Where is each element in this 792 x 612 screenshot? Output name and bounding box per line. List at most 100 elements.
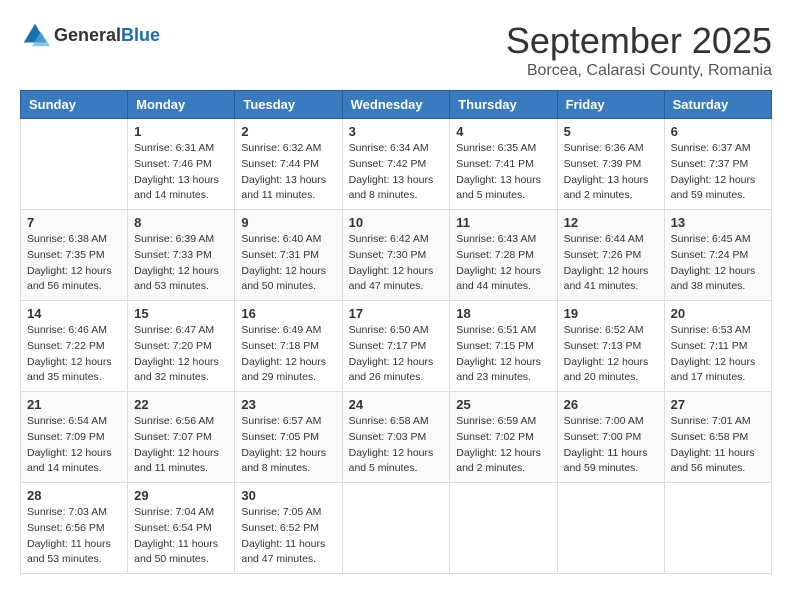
logo-icon	[20, 20, 50, 50]
day-number: 7	[27, 215, 121, 230]
calendar-cell: 3Sunrise: 6:34 AMSunset: 7:42 PMDaylight…	[342, 119, 450, 210]
sunrise-text: Sunrise: 6:44 AM	[564, 232, 658, 248]
sunrise-text: Sunrise: 6:36 AM	[564, 141, 658, 157]
calendar-cell: 28Sunrise: 7:03 AMSunset: 6:56 PMDayligh…	[21, 483, 128, 574]
sunrise-text: Sunrise: 6:38 AM	[27, 232, 121, 248]
daylight-text: Daylight: 12 hours and 44 minutes.	[456, 264, 550, 296]
sunrise-text: Sunrise: 6:51 AM	[456, 323, 550, 339]
sunset-text: Sunset: 7:31 PM	[241, 248, 335, 264]
day-number: 29	[134, 488, 228, 503]
day-number: 11	[456, 215, 550, 230]
day-number: 24	[349, 397, 444, 412]
sunrise-text: Sunrise: 6:32 AM	[241, 141, 335, 157]
daylight-text: Daylight: 12 hours and 50 minutes.	[241, 264, 335, 296]
sunrise-text: Sunrise: 6:56 AM	[134, 414, 228, 430]
day-number: 1	[134, 124, 228, 139]
day-info: Sunrise: 7:00 AMSunset: 7:00 PMDaylight:…	[564, 414, 658, 477]
calendar-cell: 5 Sunrise: 6:36 AMSunset: 7:39 PMDaylight…	[557, 119, 664, 210]
day-number: 5	[564, 124, 658, 139]
day-info: Sunrise: 6:35 AMSunset: 7:41 PMDaylight:…	[456, 141, 550, 204]
calendar-cell: 15Sunrise: 6:47 AMSunset: 7:20 PMDayligh…	[128, 301, 235, 392]
sunrise-text: Sunrise: 6:49 AM	[241, 323, 335, 339]
daylight-text: Daylight: 12 hours and 53 minutes.	[134, 264, 228, 296]
sunset-text: Sunset: 7:41 PM	[456, 157, 550, 173]
day-number: 18	[456, 306, 550, 321]
weekday-header-monday: Monday	[128, 91, 235, 119]
day-info: Sunrise: 6:32 AMSunset: 7:44 PMDaylight:…	[241, 141, 335, 204]
day-info: Sunrise: 7:05 AMSunset: 6:52 PMDaylight:…	[241, 505, 335, 568]
day-number: 17	[349, 306, 444, 321]
month-title: September 2025	[506, 20, 772, 62]
day-info: Sunrise: 6:53 AMSunset: 7:11 PMDaylight:…	[671, 323, 765, 386]
sunset-text: Sunset: 7:11 PM	[671, 339, 765, 355]
day-info: Sunrise: 6:57 AMSunset: 7:05 PMDaylight:…	[241, 414, 335, 477]
daylight-text: Daylight: 12 hours and 47 minutes.	[349, 264, 444, 296]
sunrise-text: Sunrise: 7:03 AM	[27, 505, 121, 521]
day-number: 25	[456, 397, 550, 412]
calendar-cell: 10Sunrise: 6:42 AMSunset: 7:30 PMDayligh…	[342, 210, 450, 301]
daylight-text: Daylight: 13 hours and 2 minutes.	[564, 173, 658, 205]
day-number: 3	[349, 124, 444, 139]
day-number: 10	[349, 215, 444, 230]
day-number: 8	[134, 215, 228, 230]
day-number: 30	[241, 488, 335, 503]
daylight-text: Daylight: 13 hours and 5 minutes.	[456, 173, 550, 205]
day-number: 27	[671, 397, 765, 412]
daylight-text: Daylight: 12 hours and 26 minutes.	[349, 355, 444, 387]
day-info: Sunrise: 6:58 AMSunset: 7:03 PMDaylight:…	[349, 414, 444, 477]
sunset-text: Sunset: 7:07 PM	[134, 430, 228, 446]
day-info: Sunrise: 6:39 AMSunset: 7:33 PMDaylight:…	[134, 232, 228, 295]
daylight-text: Daylight: 12 hours and 38 minutes.	[671, 264, 765, 296]
day-number: 20	[671, 306, 765, 321]
sunrise-text: Sunrise: 6:57 AM	[241, 414, 335, 430]
daylight-text: Daylight: 13 hours and 14 minutes.	[134, 173, 228, 205]
weekday-header-sunday: Sunday	[21, 91, 128, 119]
day-number: 16	[241, 306, 335, 321]
sunrise-text: Sunrise: 6:47 AM	[134, 323, 228, 339]
day-info: Sunrise: 7:03 AMSunset: 6:56 PMDaylight:…	[27, 505, 121, 568]
daylight-text: Daylight: 12 hours and 11 minutes.	[134, 446, 228, 478]
day-info: Sunrise: 6:46 AMSunset: 7:22 PMDaylight:…	[27, 323, 121, 386]
day-number: 9	[241, 215, 335, 230]
calendar-cell: 2 Sunrise: 6:32 AMSunset: 7:44 PMDaylight…	[235, 119, 342, 210]
day-number: 22	[134, 397, 228, 412]
day-number: 14	[27, 306, 121, 321]
week-row-1: 1Sunrise: 6:31 AMSunset: 7:46 PMDaylight…	[21, 119, 772, 210]
calendar-cell: 1Sunrise: 6:31 AMSunset: 7:46 PMDaylight…	[128, 119, 235, 210]
day-number: 2	[241, 124, 335, 139]
day-number: 23	[241, 397, 335, 412]
daylight-text: Daylight: 12 hours and 2 minutes.	[456, 446, 550, 478]
sunrise-text: Sunrise: 6:39 AM	[134, 232, 228, 248]
daylight-text: Daylight: 11 hours and 56 minutes.	[671, 446, 765, 478]
calendar-cell: 12Sunrise: 6:44 AMSunset: 7:26 PMDayligh…	[557, 210, 664, 301]
calendar-cell	[21, 119, 128, 210]
day-info: Sunrise: 6:36 AMSunset: 7:39 PMDaylight:…	[564, 141, 658, 204]
sunrise-text: Sunrise: 7:00 AM	[564, 414, 658, 430]
sunset-text: Sunset: 7:02 PM	[456, 430, 550, 446]
sunrise-text: Sunrise: 6:53 AM	[671, 323, 765, 339]
day-info: Sunrise: 6:45 AMSunset: 7:24 PMDaylight:…	[671, 232, 765, 295]
sunset-text: Sunset: 6:54 PM	[134, 521, 228, 537]
calendar-cell: 11Sunrise: 6:43 AMSunset: 7:28 PMDayligh…	[450, 210, 557, 301]
calendar-cell: 21Sunrise: 6:54 AMSunset: 7:09 PMDayligh…	[21, 392, 128, 483]
daylight-text: Daylight: 11 hours and 59 minutes.	[564, 446, 658, 478]
day-info: Sunrise: 7:04 AMSunset: 6:54 PMDaylight:…	[134, 505, 228, 568]
daylight-text: Daylight: 12 hours and 20 minutes.	[564, 355, 658, 387]
calendar-cell: 6Sunrise: 6:37 AMSunset: 7:37 PMDaylight…	[664, 119, 771, 210]
weekday-header-thursday: Thursday	[450, 91, 557, 119]
daylight-text: Daylight: 12 hours and 17 minutes.	[671, 355, 765, 387]
daylight-text: Daylight: 11 hours and 47 minutes.	[241, 537, 335, 569]
daylight-text: Daylight: 13 hours and 11 minutes.	[241, 173, 335, 205]
sunset-text: Sunset: 7:30 PM	[349, 248, 444, 264]
day-info: Sunrise: 6:56 AMSunset: 7:07 PMDaylight:…	[134, 414, 228, 477]
day-number: 19	[564, 306, 658, 321]
calendar-cell: 14 Sunrise: 6:46 AMSunset: 7:22 PMDayligh…	[21, 301, 128, 392]
sunrise-text: Sunrise: 6:43 AM	[456, 232, 550, 248]
day-number: 15	[134, 306, 228, 321]
sunrise-text: Sunrise: 6:45 AM	[671, 232, 765, 248]
weekday-header-friday: Friday	[557, 91, 664, 119]
day-number: 6	[671, 124, 765, 139]
logo: GeneralBlue	[20, 20, 160, 50]
sunrise-text: Sunrise: 6:58 AM	[349, 414, 444, 430]
sunrise-text: Sunrise: 7:04 AM	[134, 505, 228, 521]
